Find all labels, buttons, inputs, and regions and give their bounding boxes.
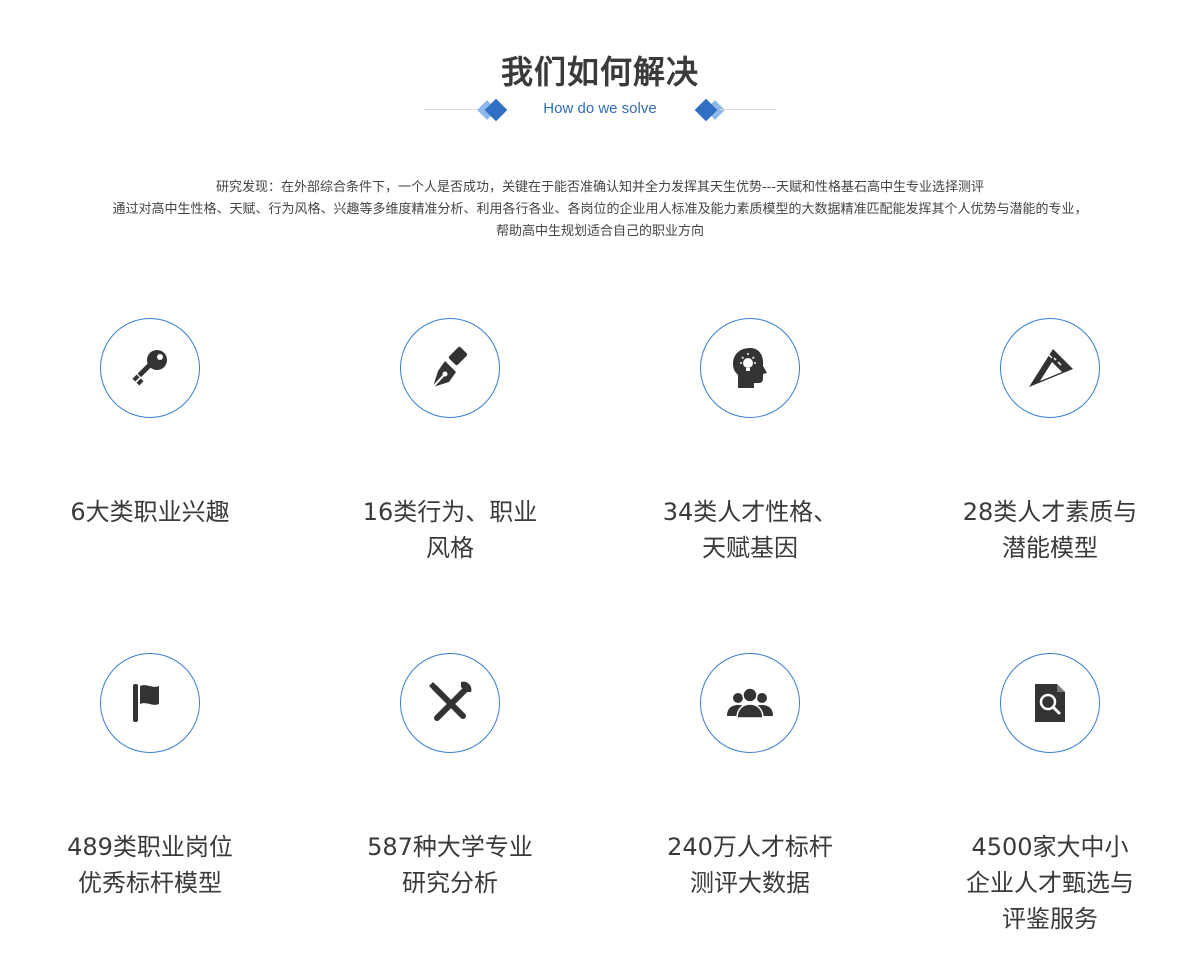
intro-paragraph: 研究发现：在外部综合条件下，一个人是否成功，关键在于能否准确认知并全力发挥其天生… xyxy=(40,177,1160,243)
feature-label-line: 优秀标杆模型 xyxy=(78,869,222,897)
feature-label: 6大类职业兴趣 xyxy=(50,494,250,530)
feature-label: 489类职业岗位 优秀标杆模型 xyxy=(50,829,250,901)
feature-label-line: 34类人才性格、 xyxy=(662,498,838,526)
feature-label-line: 4500家大中小 xyxy=(971,833,1129,861)
feature-label-line: 研究分析 xyxy=(402,869,498,897)
feature-personality-talent: 34类人才性格、 天赋基因 xyxy=(600,318,900,578)
set-square-icon xyxy=(1029,349,1073,387)
feature-label-line: 风格 xyxy=(426,534,474,562)
feature-label: 16类行为、职业 风格 xyxy=(350,494,550,566)
feature-label-line: 测评大数据 xyxy=(690,869,810,897)
flag-icon xyxy=(133,684,159,722)
feature-label: 240万人才标杆 测评大数据 xyxy=(650,829,850,901)
feature-label-line: 天赋基因 xyxy=(702,534,798,562)
feature-university-majors: 587种大学专业 研究分析 xyxy=(300,653,600,943)
feature-enterprise-selection: 4500家大中小 企业人才甄选与 评鉴服务 xyxy=(900,653,1200,943)
feature-behavior-style: 16类行为、职业 风格 xyxy=(300,318,600,578)
feature-icon-circle xyxy=(100,653,200,753)
feature-label: 4500家大中小 企业人才甄选与 评鉴服务 xyxy=(950,829,1150,937)
feature-label-line: 16类行为、职业 xyxy=(362,498,538,526)
feature-icon-circle xyxy=(100,318,200,418)
feature-label-line: 28类人才素质与 xyxy=(962,498,1138,526)
feature-label-line: 6大类职业兴趣 xyxy=(70,498,230,526)
tools-icon xyxy=(429,681,472,721)
subtitle-row: How do we solve xyxy=(0,98,1200,121)
intro-line: 研究发现：在外部综合条件下，一个人是否成功，关键在于能否准确认知并全力发挥其天生… xyxy=(215,180,985,195)
feature-icon-circle xyxy=(700,653,800,753)
intro-line: 通过对高中生性格、天赋、行为风格、兴趣等多维度精准分析、利用各行各业、各岗位的企… xyxy=(112,202,1088,217)
feature-label-line: 240万人才标杆 xyxy=(667,833,833,861)
diamond-ornament-right-icon xyxy=(694,99,725,121)
section-header: 我们如何解决 How do we solve xyxy=(0,52,1200,121)
section-subtitle: How do we solve xyxy=(543,100,657,117)
feature-icon-circle xyxy=(1000,318,1100,418)
feature-label: 587种大学专业 研究分析 xyxy=(350,829,550,901)
key-icon xyxy=(132,350,167,386)
feature-label-line: 489类职业岗位 xyxy=(67,833,233,861)
feature-icon-circle xyxy=(400,653,500,753)
head-lightbulb-icon xyxy=(733,348,767,388)
pen-nib-icon xyxy=(432,346,468,388)
feature-quality-potential: 28类人才素质与 潜能模型 xyxy=(900,318,1200,578)
feature-label: 28类人才素质与 潜能模型 xyxy=(950,494,1150,566)
feature-label: 34类人才性格、 天赋基因 xyxy=(650,494,850,566)
feature-label-line: 企业人才甄选与 xyxy=(966,869,1134,897)
feature-label-line: 587种大学专业 xyxy=(367,833,533,861)
feature-icon-circle xyxy=(1000,653,1100,753)
intro-line: 帮助高中生规划适合自己的职业方向 xyxy=(495,224,704,239)
feature-icon-circle xyxy=(700,318,800,418)
feature-icon-circle xyxy=(400,318,500,418)
feature-assessment-data: 240万人才标杆 测评大数据 xyxy=(600,653,900,943)
feature-career-interest: 6大类职业兴趣 xyxy=(0,318,300,578)
document-search-icon xyxy=(1035,684,1065,722)
users-icon xyxy=(727,687,773,719)
feature-label-line: 评鉴服务 xyxy=(1002,905,1098,933)
feature-label-line: 潜能模型 xyxy=(1002,534,1098,562)
section-title: 我们如何解决 xyxy=(500,53,699,91)
feature-job-benchmark: 489类职业岗位 优秀标杆模型 xyxy=(0,653,300,943)
subtitle-divider-right xyxy=(720,109,776,110)
